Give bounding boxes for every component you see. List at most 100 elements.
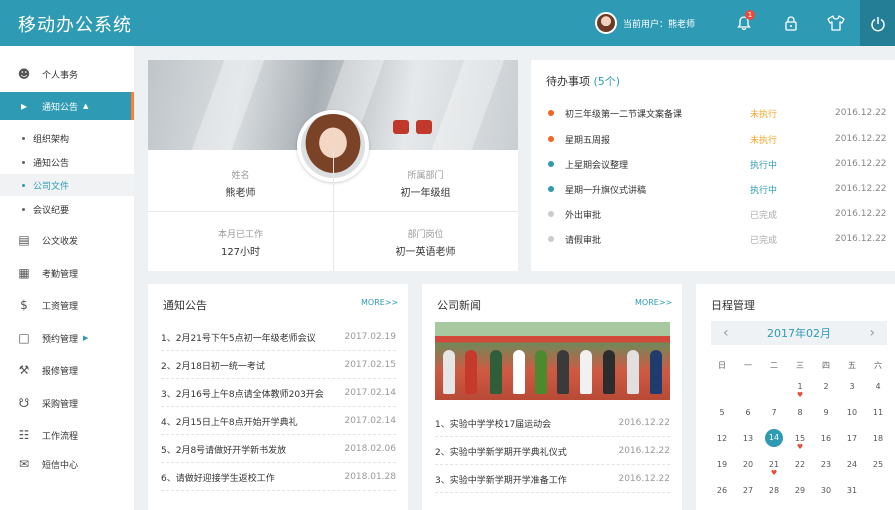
sidebar-item-workflow[interactable]: ☷ 工作流程: [0, 421, 134, 449]
notice-item-text: 5、2月8号请做好开学新书发放: [161, 445, 287, 456]
lock-icon[interactable]: [780, 12, 802, 34]
todo-item-status: 已完成: [750, 235, 778, 246]
news-item[interactable]: 3、实验中学新学期开学准备工作 2016.12.22: [435, 466, 670, 493]
calendar-day[interactable]: 13: [735, 429, 761, 449]
notification-bell-icon[interactable]: 1: [733, 10, 755, 34]
sidebar-subitem-minutes[interactable]: 会议纪要: [0, 198, 134, 220]
calendar-day[interactable]: 2: [813, 377, 839, 397]
news-item-text: 1、实验中学学校17届运动会: [435, 419, 552, 430]
news-card: 公司新闻 MORE>> 1、实验中学学校17届运动会 2016.12.22 2、实验…: [422, 284, 682, 510]
power-icon[interactable]: [860, 0, 895, 46]
calendar-weekday: 五: [848, 361, 856, 370]
sidebar-item-attendance[interactable]: ▦ 考勤管理: [0, 259, 134, 287]
cart-icon: ☋: [18, 396, 30, 410]
calendar-title: 日程管理: [711, 299, 755, 312]
theme-shirt-icon[interactable]: [825, 12, 847, 34]
calendar-day[interactable]: 30: [813, 481, 839, 501]
sidebar-item-personal[interactable]: ☻ 个人事务: [0, 60, 134, 88]
calendar-day[interactable]: 26: [709, 481, 735, 501]
flow-icon: ☷: [18, 428, 30, 442]
todo-item-status: 未执行: [750, 135, 778, 146]
sidebar-item-repair[interactable]: ⚒ 报修管理: [0, 356, 134, 384]
notice-item[interactable]: 5、2月8号请做好开学新书发放 2018.02.06: [161, 436, 396, 463]
calendar-day[interactable]: 10: [839, 403, 865, 423]
todo-item[interactable]: 请假审批 已完成 2016.12.22: [548, 231, 888, 247]
sidebar-item-purchase[interactable]: ☋ 采购管理: [0, 389, 134, 417]
calendar-day[interactable]: 18: [865, 429, 891, 449]
next-month-button[interactable]: ›: [869, 325, 875, 341]
name-label: 姓名: [231, 171, 250, 181]
todo-item[interactable]: 上星期会议整理 执行中 2016.12.22: [548, 156, 888, 172]
calendar-day[interactable]: 16: [813, 429, 839, 449]
top-header: 移动办公系统 当前用户：熊老师 1: [0, 0, 895, 46]
megaphone-icon: ▸: [20, 99, 28, 113]
calendar-day[interactable]: 22: [787, 455, 813, 475]
todo-item[interactable]: 星期一升旗仪式讲稿 执行中 2016.12.22: [548, 181, 888, 197]
calendar-day[interactable]: 9: [813, 403, 839, 423]
news-more-link[interactable]: MORE>>: [635, 298, 672, 307]
notices-title: 通知公告: [163, 299, 207, 312]
sidebar-item-notices[interactable]: ▸ 通知公告 ▲: [0, 92, 134, 120]
sidebar-item-label: 通知公告: [42, 102, 79, 113]
calendar-day[interactable]: 5: [709, 403, 735, 423]
sidebar-subitem-notices[interactable]: 通知公告: [0, 151, 134, 173]
calendar-day[interactable]: 19: [709, 455, 735, 475]
todo-item-date: 2016.12.22: [835, 108, 887, 118]
current-user-label: 当前用户：熊老师: [623, 19, 696, 30]
calendar-day[interactable]: 7: [761, 403, 787, 423]
calendar-day[interactable]: 17: [839, 429, 865, 449]
prev-month-button[interactable]: ‹: [723, 325, 729, 341]
calendar-weekday: 二: [770, 361, 778, 370]
calendar-day[interactable]: 6: [735, 403, 761, 423]
todo-item-date: 2016.12.22: [835, 184, 887, 194]
calendar-day[interactable]: 31: [839, 481, 865, 501]
news-item[interactable]: 1、实验中学学校17届运动会 2016.12.22: [435, 410, 670, 437]
notice-item[interactable]: 6、请做好迎接学生返校工作 2018.01.28: [161, 464, 396, 491]
calendar-day[interactable]: 8: [787, 403, 813, 423]
calendar-day[interactable]: 3: [839, 377, 865, 397]
sidebar-item-label: 工作流程: [42, 431, 79, 442]
current-user[interactable]: 当前用户：熊老师: [595, 11, 695, 35]
calendar-day[interactable]: 20: [735, 455, 761, 475]
notice-item[interactable]: 2、2月18日初一统一考试 2017.02.15: [161, 352, 396, 379]
sidebar-item-label: 考勤管理: [42, 269, 79, 280]
notice-item[interactable]: 4、2月15日上午8点开始开学典礼 2017.02.14: [161, 408, 396, 435]
sidebar-subitem-org[interactable]: 组织架构: [0, 127, 134, 149]
calendar-day[interactable]: 23: [813, 455, 839, 475]
notice-item[interactable]: 3、2月16号上午8点请全体教师203开会 2017.02.14: [161, 380, 396, 407]
status-dot: [548, 186, 554, 192]
calendar-day[interactable]: 12: [709, 429, 735, 449]
todo-item[interactable]: 初三年级第一二节课文案备课 未执行 2016.12.22: [548, 105, 888, 121]
news-item[interactable]: 2、实验中学新学期开学典礼仪式 2016.12.22: [435, 438, 670, 465]
notice-item-date: 2017.02.14: [344, 388, 396, 398]
sidebar-item-salary[interactable]: $ 工资管理: [0, 291, 134, 319]
calendar-day[interactable]: 28: [761, 481, 787, 501]
calendar-day[interactable]: 29: [787, 481, 813, 501]
sidebar-item-documents[interactable]: ▤ 公文收发: [0, 226, 134, 254]
sidebar-item-sms[interactable]: ✉ 短信中心: [0, 450, 134, 478]
calendar-day[interactable]: 4: [865, 377, 891, 397]
todo-item-date: 2016.12.22: [835, 209, 887, 219]
mail-icon: ✉: [18, 457, 30, 471]
calendar-month-label: 2017年02月: [767, 327, 831, 340]
sidebar-subitem-files[interactable]: 公司文件: [0, 174, 134, 196]
calendar-day[interactable]: 11: [865, 403, 891, 423]
notices-more-link[interactable]: MORE>>: [361, 298, 398, 307]
calendar-day[interactable]: 27: [735, 481, 761, 501]
calendar-day[interactable]: 14: [761, 429, 787, 449]
todo-item[interactable]: 星期五周报 未执行 2016.12.22: [548, 131, 888, 147]
sidebar-item-label: 个人事务: [42, 70, 79, 81]
sidebar-item-booking[interactable]: □ 预约管理 ▶: [0, 324, 134, 352]
notice-item[interactable]: 1、2月21号下午5点初一年级老师会议 2017.02.19: [161, 324, 396, 351]
todo-item[interactable]: 外出审批 已完成 2016.12.22: [548, 206, 888, 222]
calendar-day[interactable]: 25: [865, 455, 891, 475]
sports-meet-photo[interactable]: [435, 322, 670, 400]
sidebar-item-label: 工资管理: [42, 301, 79, 312]
user-avatar[interactable]: [595, 12, 617, 34]
notice-item-date: 2018.01.28: [344, 472, 396, 482]
notice-item-text: 6、请做好迎接学生返校工作: [161, 473, 275, 484]
calendar-day[interactable]: 24: [839, 455, 865, 475]
calendar-today[interactable]: 14: [765, 429, 783, 447]
todo-item-status: 执行中: [750, 160, 778, 171]
calendar-card: 日程管理 ‹ 2017年02月 › 日一二三四五六 1 ♥ 2 3 4 5 6 7 8 9 10 11 1…: [696, 284, 895, 510]
